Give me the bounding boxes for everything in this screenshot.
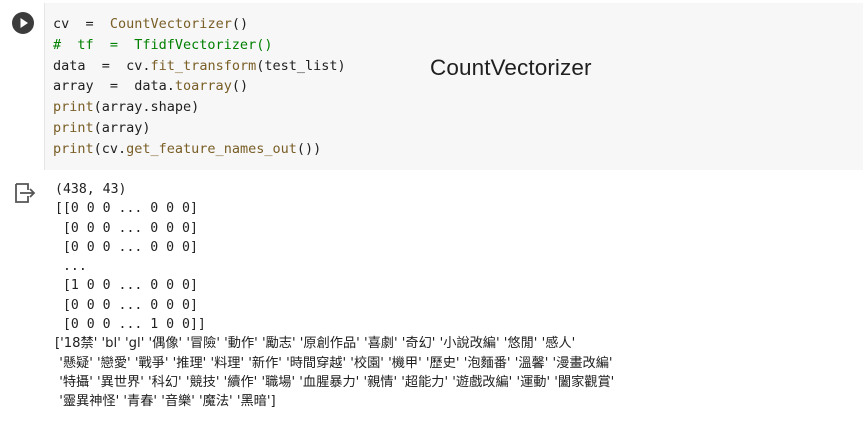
code-line: data = cv.fit_transform(test_list) <box>53 57 346 74</box>
code-lines: cv = CountVectorizer() # tf = TfidfVecto… <box>53 14 346 160</box>
output-cell: (438, 43) [[0 0 0 ... 0 0 0] [0 0 0 ... … <box>0 170 863 421</box>
run-cell-button[interactable] <box>11 11 35 35</box>
play-circle-icon <box>12 12 34 34</box>
code-line: print(cv.get_feature_names_out()) <box>53 140 322 157</box>
code-line: # tf = TfidfVectorizer() <box>53 36 273 53</box>
output-line: [0 0 0 ... 0 0 0] <box>55 297 198 313</box>
cell-gutter <box>0 0 44 170</box>
code-line: cv = CountVectorizer() <box>53 16 249 32</box>
output-line: ... <box>55 259 87 275</box>
output-line: ['18禁' 'bl' 'gl' '偶像' '冒險' '動作' '勵志' '原創… <box>55 336 576 352</box>
output-line: [0 0 0 ... 1 0 0]] <box>55 317 206 333</box>
output-line: [0 0 0 ... 0 0 0] <box>55 239 198 255</box>
output-line: (438, 43) <box>55 182 127 197</box>
output-text: (438, 43) [[0 0 0 ... 0 0 0] [0 0 0 ... … <box>55 180 614 412</box>
code-line: array = data.toarray() <box>53 78 249 95</box>
output-line: [1 0 0 ... 0 0 0] <box>55 278 198 294</box>
output-line: [[0 0 0 ... 0 0 0] <box>55 201 198 217</box>
output-line: [0 0 0 ... 0 0 0] <box>55 220 198 236</box>
notebook: cv = CountVectorizer() # tf = TfidfVecto… <box>0 0 863 421</box>
code-editor[interactable]: cv = CountVectorizer() # tf = TfidfVecto… <box>44 3 863 170</box>
caption-label: CountVectorizer <box>430 55 592 80</box>
code-line: print(array) <box>53 119 151 136</box>
output-redirect-icon[interactable] <box>14 182 36 204</box>
code-cell[interactable]: cv = CountVectorizer() # tf = TfidfVecto… <box>0 0 863 170</box>
output-line: '特攝' '異世界' '科幻' '競技' '續作' '職場' '血腥暴力' '親… <box>55 374 615 390</box>
output-line: '靈異神怪' '青春' '音樂' '魔法' '黑暗'] <box>55 394 276 410</box>
output-line: '懸疑' '戀愛' '戰爭' '推理' '料理' '新作' '時間穿越' '校園… <box>55 355 613 371</box>
code-line: print(array.shape) <box>53 99 200 116</box>
